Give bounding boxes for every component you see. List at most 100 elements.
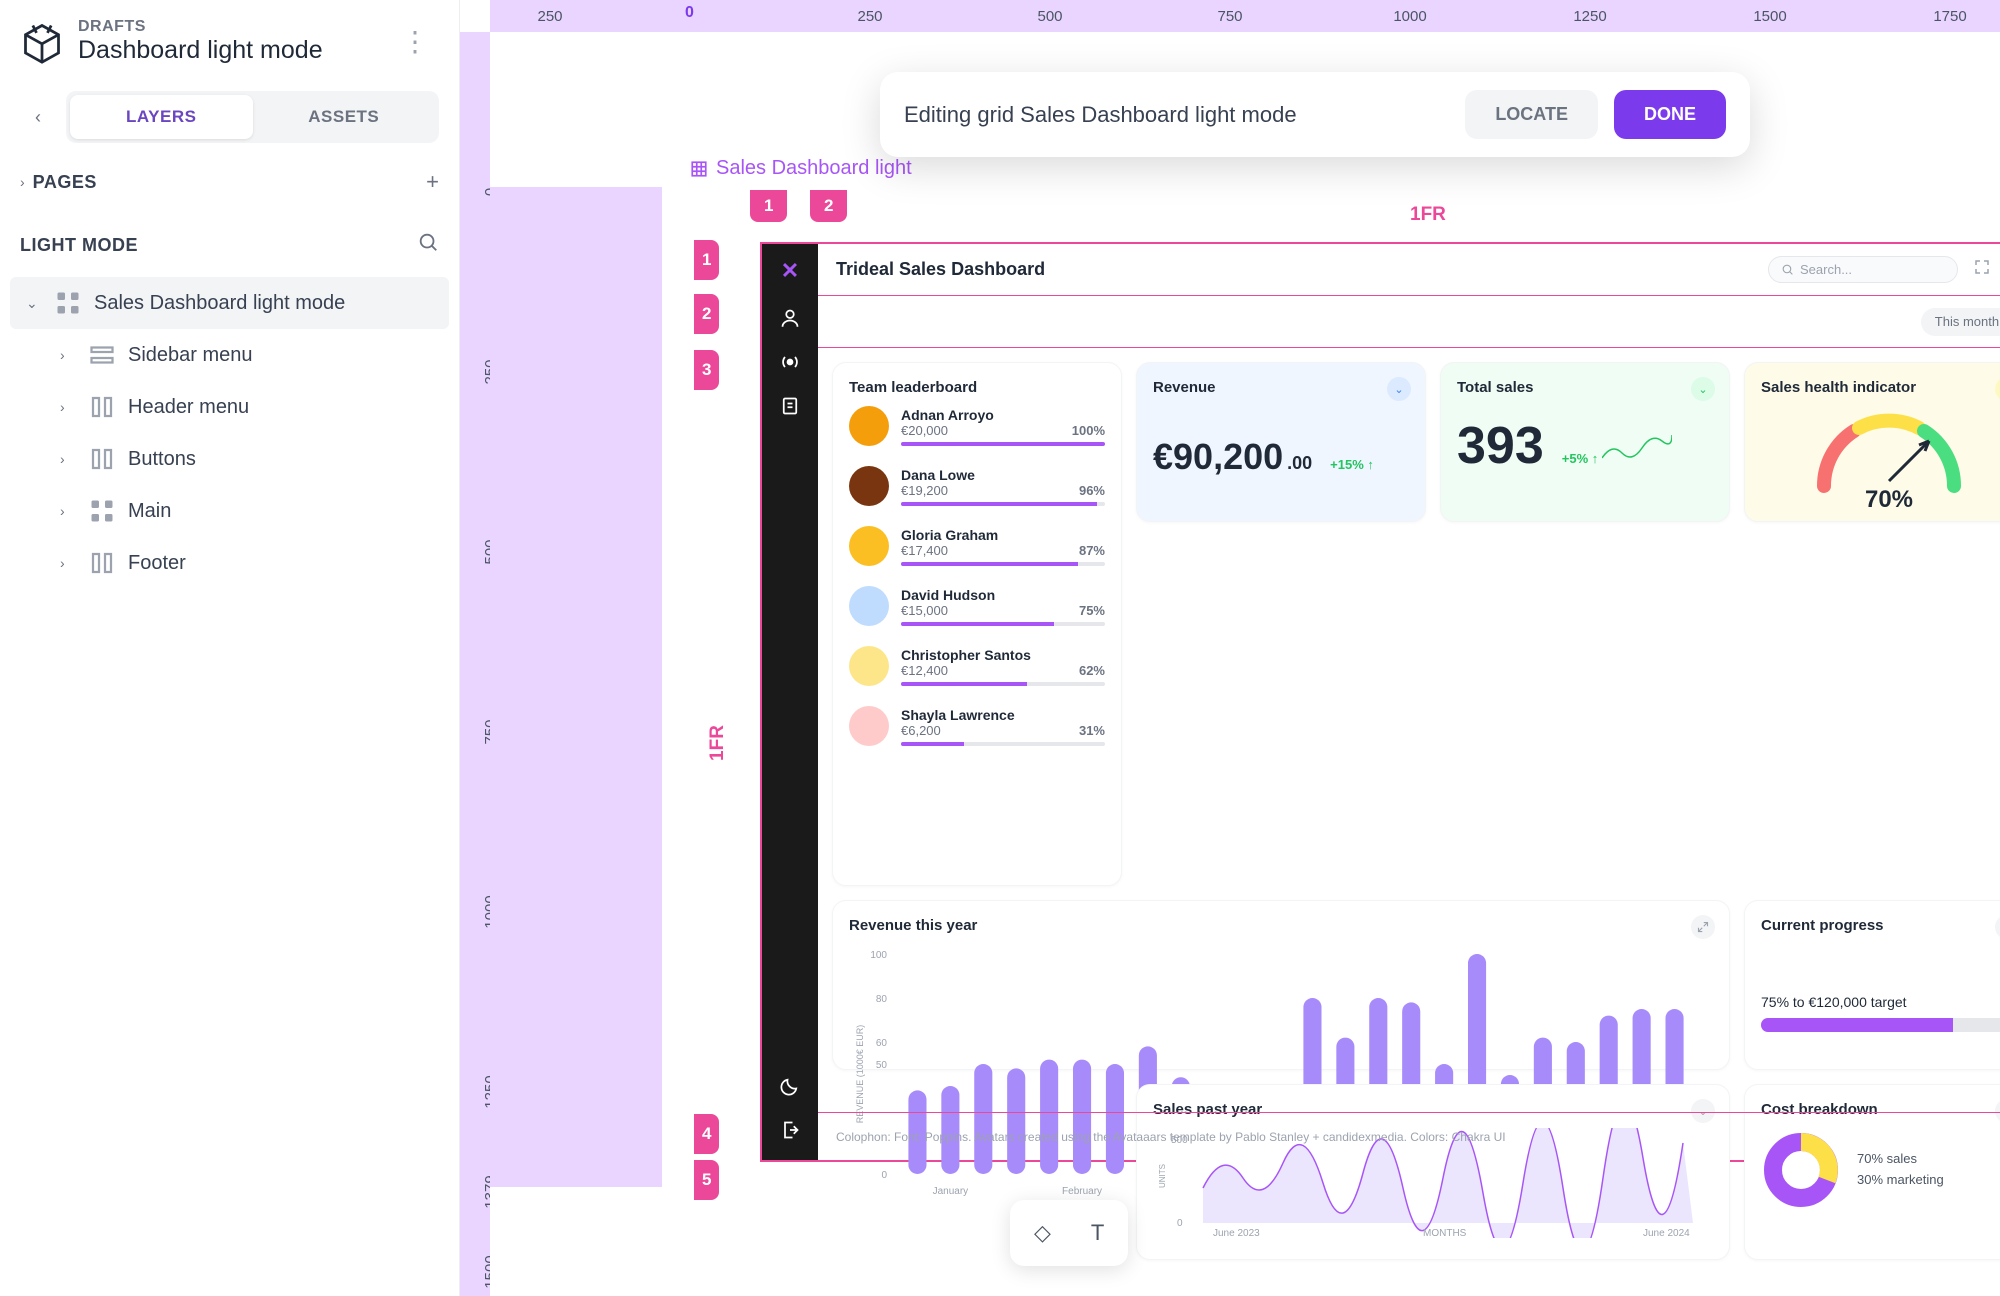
shape-tool-icon[interactable]: ◇ [1034, 1220, 1051, 1246]
fr-label-h: 1FR [1410, 204, 1446, 226]
dash-search-input[interactable]: Search... [1768, 256, 1958, 283]
tree-root[interactable]: ⌄ Sales Dashboard light mode [10, 277, 449, 329]
progress-title: Current progress [1761, 917, 2000, 934]
chevron-down-icon[interactable]: ⌄ [1387, 377, 1411, 401]
svg-text:0: 0 [1177, 1218, 1183, 1229]
tree-footer[interactable]: › Footer [10, 537, 449, 589]
row-marker-3[interactable]: 3 [694, 350, 719, 390]
leader-value: €6,200 [901, 723, 941, 738]
period-selector[interactable]: This month⌄ [1921, 308, 2000, 336]
project-menu-button[interactable]: ⋮ [391, 25, 439, 58]
search-icon[interactable] [417, 231, 439, 259]
svg-text:60: 60 [876, 1038, 888, 1049]
leader-name: Adnan Arroyo [901, 407, 994, 423]
chart-title: Revenue this year [849, 917, 1713, 934]
dash-title: Trideal Sales Dashboard [836, 259, 1756, 280]
moon-icon[interactable] [780, 1076, 800, 1096]
back-button[interactable]: ‹ [20, 99, 56, 135]
expand-icon[interactable] [1970, 255, 1994, 284]
chevron-right-icon: › [20, 174, 25, 190]
ruler-zero: 0 [685, 4, 694, 22]
cost-breakdown-card[interactable]: Cost breakdown ⌄ 70% sales 30% marketing [1744, 1084, 2000, 1260]
avatar [849, 526, 889, 566]
leader-bar [901, 742, 1105, 746]
broadcast-icon[interactable] [780, 352, 800, 372]
done-button[interactable]: DONE [1614, 90, 1726, 139]
sales-card[interactable]: Total sales ⌄ 393+5% ↑ [1440, 362, 1730, 522]
ruler-tick: 1750 [1933, 8, 1966, 25]
ruler-tick: 1500 [1753, 8, 1786, 25]
revenue-chart-card[interactable]: Revenue this year 0506080100REVENUE (100… [832, 900, 1730, 1070]
leader-item[interactable]: Shayla Lawrence €6,200 31% [849, 706, 1105, 746]
tab-assets[interactable]: ASSETS [253, 95, 436, 139]
canvas-area: 250 0 250 500 750 1000 1250 1500 1750 19… [460, 0, 2000, 1296]
col-marker-2[interactable]: 2 [810, 190, 847, 222]
chevron-right-icon: › [60, 451, 76, 467]
tree-label: Header menu [128, 396, 249, 419]
expand-icon[interactable] [1691, 915, 1715, 939]
left-panel: DRAFTS Dashboard light mode ⋮ ‹ LAYERS A… [0, 0, 460, 1296]
tree-buttons[interactable]: › Buttons [10, 433, 449, 485]
document-icon[interactable] [780, 396, 800, 416]
dash-logo-icon[interactable]: ✕ [781, 258, 799, 284]
tree-label: Footer [128, 552, 186, 575]
leader-item[interactable]: Adnan Arroyo €20,000 100% [849, 406, 1105, 446]
leaderboard-title: Team leaderboard [849, 379, 1105, 396]
chevron-right-icon: › [60, 347, 76, 363]
chevron-right-icon: › [60, 555, 76, 571]
row-marker-4[interactable]: 4 [694, 1114, 719, 1154]
logout-icon[interactable] [780, 1120, 800, 1140]
tree-sidebar-menu[interactable]: › Sidebar menu [10, 329, 449, 381]
row-marker-2[interactable]: 2 [694, 294, 719, 334]
leader-pct: 96% [1079, 483, 1105, 498]
leader-item[interactable]: Dana Lowe €19,200 96% [849, 466, 1105, 506]
ruler-tick: 750 [1217, 8, 1242, 25]
locate-button[interactable]: LOCATE [1465, 90, 1598, 139]
sales-past-year-card[interactable]: Sales past year ⌄ 500 0 UNITS June 2023 … [1136, 1084, 1730, 1260]
chevron-down-icon[interactable]: ⌄ [1691, 377, 1715, 401]
progress-card[interactable]: Current progress ⌄ 75% to €120,000 targe… [1744, 900, 2000, 1070]
health-card[interactable]: Sales health indicator ⌄ 70% [1744, 362, 2000, 522]
leaderboard-card[interactable]: Team leaderboard Adnan Arroyo €20,000 10… [832, 362, 1122, 886]
canvas-background-block [490, 187, 662, 1187]
pages-section-header[interactable]: ›PAGES + [0, 151, 459, 213]
tree-main[interactable]: › Main [10, 485, 449, 537]
sales-title: Total sales [1457, 379, 1713, 396]
dashboard-frame[interactable]: ✕ Trideal Sales Dashboard Search... [760, 242, 2000, 1162]
row-marker-5[interactable]: 5 [694, 1160, 719, 1200]
tab-layers[interactable]: LAYERS [70, 95, 253, 139]
leader-value: €19,200 [901, 483, 948, 498]
horizontal-ruler: 250 0 250 500 750 1000 1250 1500 1750 19… [490, 0, 2000, 32]
drafts-label: DRAFTS [78, 18, 377, 36]
user-icon[interactable] [780, 308, 800, 328]
frame-label[interactable]: Sales Dashboard light [690, 157, 912, 180]
leader-item[interactable]: David Hudson €15,000 75% [849, 586, 1105, 626]
dash-main: Revenue ⌄ €90,200.00+15% ↑ Total sales ⌄… [818, 348, 2000, 1112]
add-page-button[interactable]: + [426, 169, 439, 195]
period-label: This month [1935, 314, 1999, 329]
leader-bar [901, 682, 1105, 686]
design-canvas[interactable]: Sales Dashboard light 1 2 3 1FR 1 2 3 4 … [490, 32, 2000, 1296]
leader-item[interactable]: Christopher Santos €12,400 62% [849, 646, 1105, 686]
tree-header-menu[interactable]: › Header menu [10, 381, 449, 433]
grid-icon [56, 291, 80, 315]
leader-item[interactable]: Gloria Graham €17,400 87% [849, 526, 1105, 566]
svg-text:80: 80 [876, 994, 888, 1005]
leader-value: €15,000 [901, 603, 948, 618]
progress-text: 75% to €120,000 target [1761, 994, 2000, 1010]
dash-meta-bar: This month⌄ [818, 296, 2000, 348]
sales-delta: +5% ↑ [1562, 451, 1599, 466]
leader-pct: 100% [1072, 423, 1105, 438]
lightmode-section-header[interactable]: LIGHT MODE [0, 213, 459, 277]
tab-row: ‹ LAYERS ASSETS [0, 83, 459, 151]
tree-label: Main [128, 500, 171, 523]
grid-edit-bar: Editing grid Sales Dashboard light mode … [880, 72, 1750, 157]
text-tool-icon[interactable]: T [1091, 1220, 1104, 1246]
grid-icon [90, 499, 114, 523]
row-marker-1[interactable]: 1 [694, 240, 719, 280]
vertical-ruler: 0 250 500 750 1000 1250 1379 1500 [460, 32, 490, 1296]
revenue-card[interactable]: Revenue ⌄ €90,200.00+15% ↑ [1136, 362, 1426, 522]
col-marker-1[interactable]: 1 [750, 190, 787, 222]
leader-name: Shayla Lawrence [901, 707, 1015, 723]
stack-icon [90, 343, 114, 367]
